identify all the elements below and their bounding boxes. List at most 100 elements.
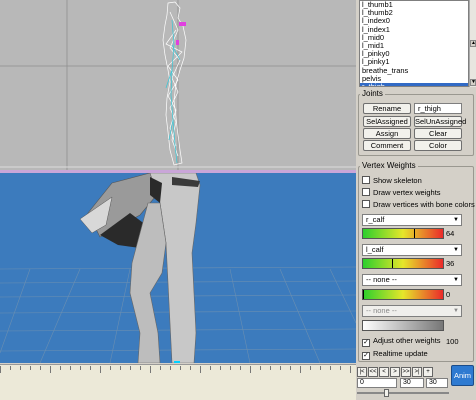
show-skeleton-checkbox[interactable]: Show skeleton [362, 176, 422, 186]
frame-slider-track[interactable] [357, 392, 449, 394]
checkbox-box[interactable]: ✓ [362, 352, 370, 360]
weight-slider-3[interactable] [362, 289, 444, 300]
end-frame-field[interactable]: 30 [426, 378, 448, 388]
timeline-tick [170, 366, 171, 370]
anim-mode-button[interactable]: Anim [451, 365, 474, 386]
assign-button[interactable]: Assign [363, 128, 411, 139]
character-model [79, 173, 201, 363]
color-button[interactable]: Color [414, 140, 462, 151]
timeline-tick [190, 366, 191, 370]
timeline-tick [230, 366, 231, 370]
timeline-tick [210, 366, 211, 370]
side-view-grid [0, 0, 356, 170]
clear-button[interactable]: Clear [414, 128, 462, 139]
timeline-tick [80, 366, 81, 370]
checkbox-box[interactable]: ✓ [362, 339, 370, 347]
current-frame-field[interactable]: 30 [400, 378, 424, 388]
weight-slider-thumb[interactable] [392, 259, 393, 268]
play-button[interactable]: > [390, 367, 400, 377]
weight-bone-select-1[interactable]: r_calf ▼ [362, 214, 462, 226]
weight-bone-select-4: -- none -- ▼ [362, 305, 462, 317]
timeline-tick [10, 366, 11, 370]
timeline-tick [110, 366, 111, 370]
timeline-tick [290, 366, 291, 370]
timeline-tick [130, 366, 131, 370]
viewport-top[interactable] [0, 0, 356, 170]
timeline-tick [60, 366, 61, 370]
bone-list[interactable]: l_thumb1 l_thumb2 l_index0 l_index1 l_mi… [359, 0, 469, 87]
checkbox-box[interactable] [362, 176, 370, 184]
chevron-down-icon: ▼ [453, 247, 459, 253]
timeline-tick [220, 366, 221, 370]
app-window: l_thumb1 l_thumb2 l_index0 l_index1 l_mi… [0, 0, 476, 400]
weight-value-1: 64 [446, 229, 455, 238]
first-frame-button[interactable]: |< [357, 367, 367, 377]
viewport-perspective[interactable] [0, 173, 356, 363]
weight-slider-1[interactable] [362, 228, 444, 239]
start-frame-field[interactable]: 0 [357, 378, 397, 388]
timeline-tick [160, 366, 161, 370]
checkbox-box[interactable] [362, 188, 370, 196]
sel-unassigned-button[interactable]: SelUnAssigned [414, 116, 466, 127]
rename-button[interactable]: Rename [363, 103, 411, 114]
bone-list-scrollbar[interactable]: ▲ ▼ [469, 0, 476, 87]
timeline-tick [310, 366, 311, 370]
sel-assigned-button[interactable]: SelAssigned [363, 116, 411, 127]
timeline-tick [50, 366, 51, 373]
weight-value-2: 36 [446, 259, 455, 268]
timeline-tick [100, 366, 101, 373]
timeline-tick [120, 366, 121, 370]
chevron-down-icon: ▼ [453, 308, 459, 314]
timeline-tick [30, 366, 31, 370]
draw-vertex-weights-checkbox[interactable]: Draw vertex weights [362, 188, 441, 198]
prev-frame-button[interactable]: < [379, 367, 389, 377]
selected-bone-marker [179, 22, 186, 26]
checkbox-box[interactable] [362, 200, 370, 208]
weight-bone-select-3[interactable]: -- none -- ▼ [362, 274, 462, 286]
weight-slider-2[interactable] [362, 258, 444, 269]
frame-slider-thumb[interactable] [384, 389, 389, 397]
vertex-weights-title: Vertex Weights [360, 161, 418, 170]
prev-key-button[interactable]: << [368, 367, 378, 377]
chevron-down-icon: ▼ [453, 277, 459, 283]
last-frame-button[interactable]: >| [412, 367, 422, 377]
weight-slider-thumb[interactable] [363, 290, 364, 299]
add-key-button[interactable]: + [423, 367, 433, 377]
joints-title: Joints [360, 89, 385, 98]
timeline-tick [40, 366, 41, 370]
timeline-tick [300, 366, 301, 373]
timeline-tick [200, 366, 201, 373]
scroll-down-icon[interactable]: ▼ [470, 79, 476, 86]
chevron-down-icon: ▼ [453, 217, 459, 223]
timeline-track[interactable] [0, 364, 356, 400]
timeline-tick [250, 366, 251, 373]
timeline-tick [320, 366, 321, 370]
adjust-other-weights-checkbox[interactable]: ✓ Adjust other weights [362, 336, 441, 347]
timeline-tick [240, 366, 241, 370]
timeline-tick [150, 366, 151, 373]
timeline-tick [350, 366, 351, 373]
perspective-scene [0, 173, 356, 363]
comment-button[interactable]: Comment [363, 140, 411, 151]
adjust-value: 100 [446, 337, 459, 346]
weight-value-3: 0 [446, 290, 451, 299]
timeline-tick [20, 366, 21, 370]
weight-slider-4 [362, 320, 444, 331]
next-key-button[interactable]: >> [401, 367, 411, 377]
timeline-tick [270, 366, 271, 370]
scroll-up-icon[interactable]: ▲ [470, 40, 476, 47]
timeline-tick [90, 366, 91, 370]
timeline-tick [340, 366, 341, 370]
timeline-tick [260, 366, 261, 370]
timeline-tick [280, 366, 281, 370]
timeline-tick [330, 366, 331, 370]
timeline-tick [140, 366, 141, 370]
realtime-update-checkbox[interactable]: ✓ Realtime update [362, 349, 428, 360]
list-item-selected[interactable]: r_thigh [360, 82, 468, 86]
draw-vertices-bone-colors-checkbox[interactable]: Draw vertices with bone colors [362, 200, 475, 210]
timeline-tick [0, 366, 1, 373]
weight-bone-select-2[interactable]: l_calf ▼ [362, 244, 462, 256]
weight-slider-thumb[interactable] [414, 229, 415, 238]
joint-name-field[interactable]: r_thigh [414, 103, 462, 114]
timeline-tick [180, 366, 181, 370]
